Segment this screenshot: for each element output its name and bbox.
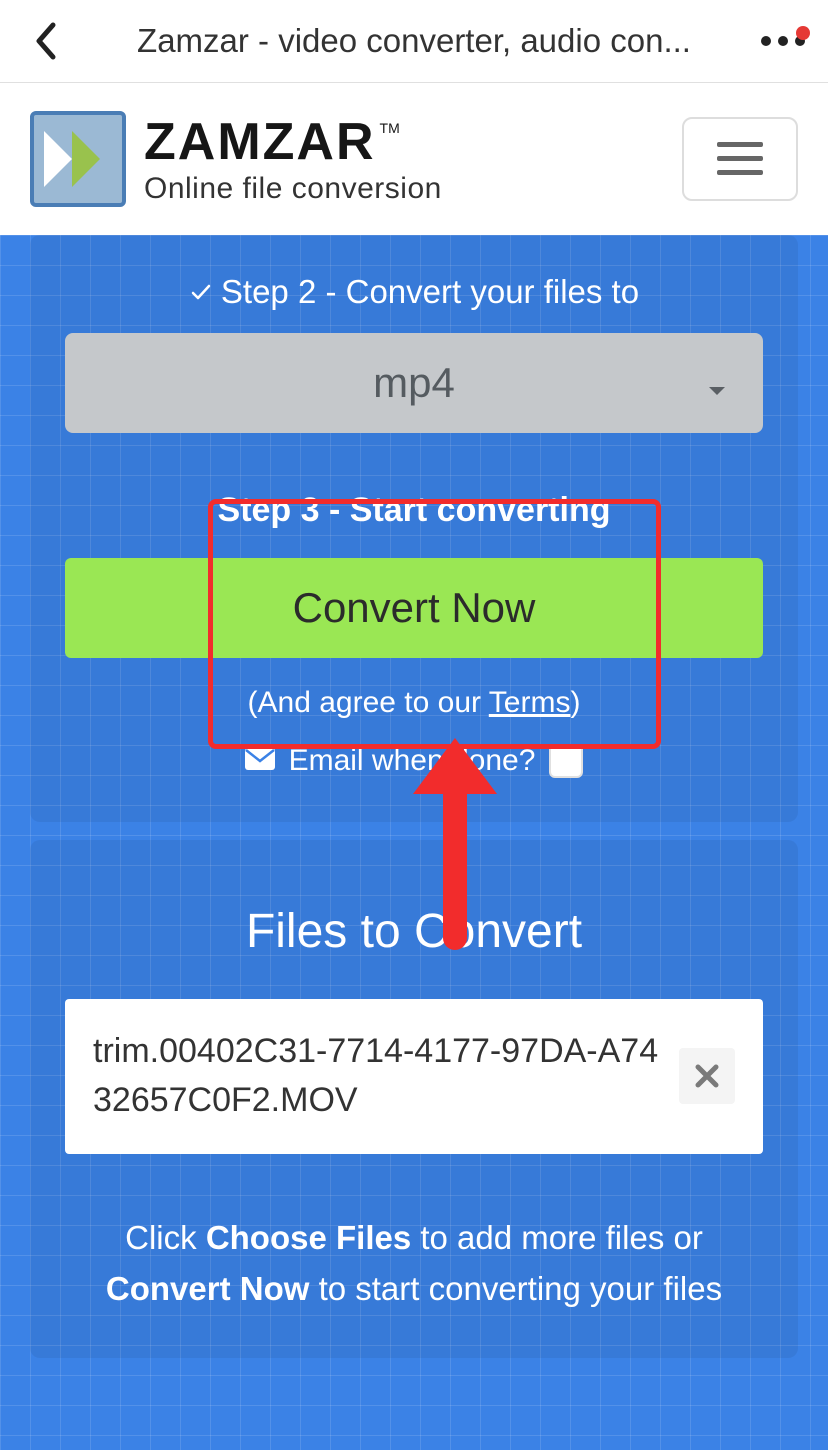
browser-title: Zamzar - video converter, audio con... (70, 22, 758, 60)
close-icon (693, 1062, 721, 1090)
terms-row: (And agree to our Terms) (65, 658, 763, 720)
files-hint: Click Choose Files to add more files or … (65, 1154, 763, 1314)
choose-files-text: Choose Files (206, 1219, 411, 1256)
terms-pre: (And agree to our (248, 686, 489, 719)
format-select-value: mp4 (373, 359, 455, 407)
chevron-left-icon (34, 22, 56, 60)
files-heading: Files to Convert (65, 840, 763, 999)
remove-file-button[interactable] (679, 1048, 735, 1104)
hamburger-icon (717, 142, 763, 176)
email-label: Email when done? (289, 744, 536, 778)
terms-post: ) (570, 686, 580, 719)
file-name: trim.00402C31-7714-4177-97DA-A7432657C0F… (93, 1027, 661, 1126)
browser-bar: Zamzar - video converter, audio con... (0, 0, 828, 83)
caret-down-icon (707, 359, 727, 407)
double-chevron-right-icon (42, 127, 114, 191)
convert-now-button[interactable]: Convert Now (65, 558, 763, 658)
email-checkbox[interactable] (549, 744, 583, 778)
step2-label: Step 2 - Convert your files to (221, 273, 639, 311)
brand-tagline: Online file conversion (144, 172, 442, 206)
format-select[interactable]: mp4 (65, 333, 763, 433)
brand-trademark: TM (380, 120, 400, 136)
check-icon (189, 280, 213, 304)
step2-label-row: Step 2 - Convert your files to (65, 263, 763, 333)
email-when-done-row: Email when done? (65, 720, 763, 778)
step3-label: Step 3 - Start converting (65, 433, 763, 558)
menu-toggle-button[interactable] (682, 117, 798, 201)
site-header: ZAMZAR TM Online file conversion (0, 83, 828, 235)
convert-now-text: Convert Now (106, 1270, 310, 1307)
more-menu-button[interactable] (758, 36, 808, 46)
convert-now-label: Convert Now (293, 584, 536, 632)
terms-link[interactable]: Terms (489, 686, 571, 719)
files-panel: Files to Convert trim.00402C31-7714-4177… (30, 840, 798, 1358)
back-button[interactable] (20, 22, 70, 60)
file-item: trim.00402C31-7714-4177-97DA-A7432657C0F… (65, 999, 763, 1154)
brand-name: ZAMZAR (144, 112, 376, 172)
brand[interactable]: ZAMZAR TM Online file conversion (30, 111, 442, 207)
steps-panel: Step 2 - Convert your files to mp4 Step … (30, 235, 798, 822)
notification-dot-icon (796, 26, 810, 40)
brand-logo (30, 111, 126, 207)
content-area: Step 2 - Convert your files to mp4 Step … (0, 235, 828, 1450)
brand-text: ZAMZAR TM Online file conversion (144, 112, 442, 206)
email-icon (245, 744, 275, 778)
